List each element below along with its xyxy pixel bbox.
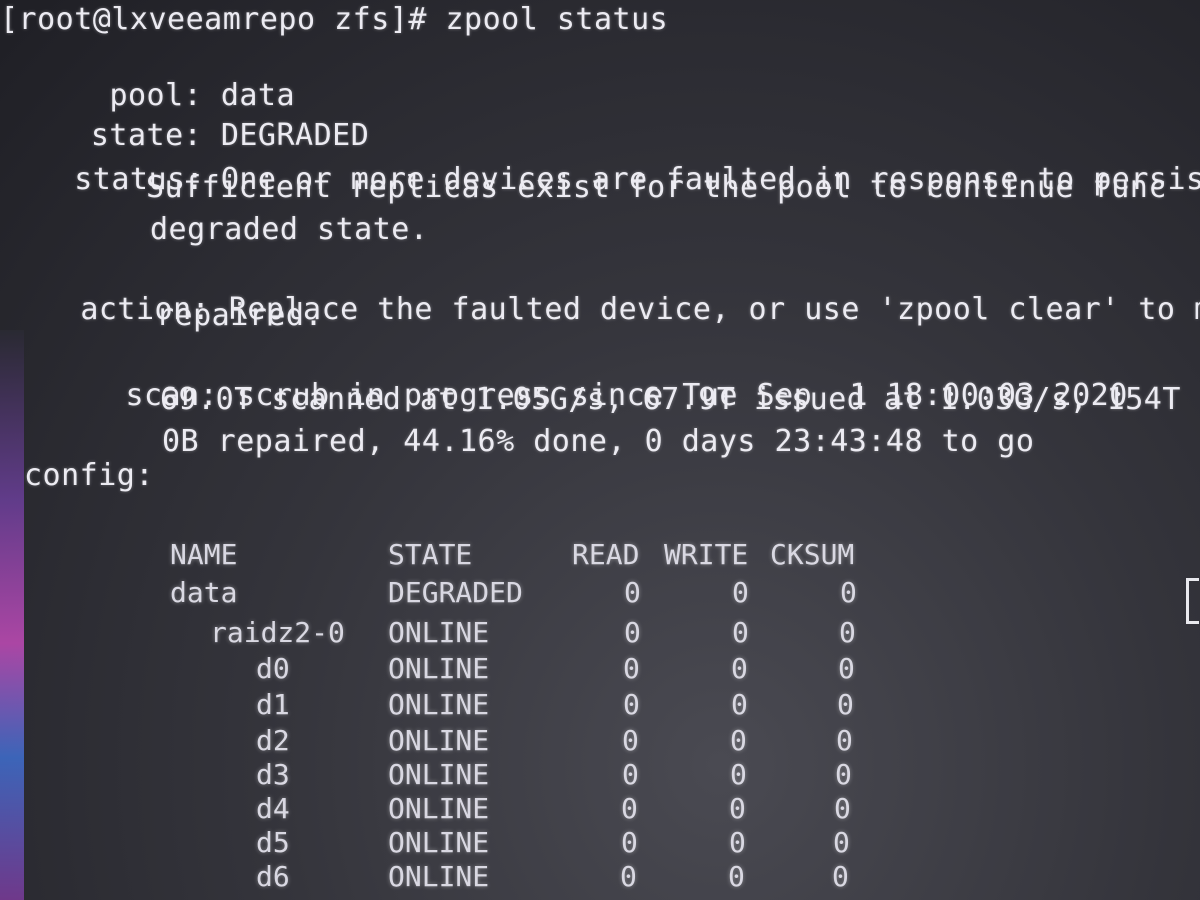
status-text-3: degraded state. [150,212,429,247]
cell-name: d1 [256,688,290,721]
cell-name: d4 [256,792,290,825]
cell-name: d2 [256,724,290,757]
cell-cksum: 0 [833,826,850,859]
cell-cksum: 0 [840,576,857,609]
command-prompt: [root@lxveeamrepo zfs]# zpool status [0,2,669,37]
cell-read: 0 [623,688,640,721]
scan-text-3: 0B repaired, 44.16% done, 0 days 23:43:4… [162,424,1035,459]
header-cksum: CKSUM [770,538,855,571]
cell-write: 0 [728,860,745,893]
cell-name: raidz2-0 [210,616,345,649]
config-key: config: [24,458,154,493]
cell-read: 0 [622,724,639,757]
header-state: STATE [388,538,473,571]
cell-state: ONLINE [388,792,490,825]
cell-state: ONLINE [388,826,490,859]
cell-read: 0 [620,860,637,893]
cell-write: 0 [732,576,749,609]
action-text-2: repaired. [156,298,324,333]
cell-cksum: 0 [832,860,849,893]
action-text-1: Replace the faulted device, or use 'zpoo… [228,292,1200,327]
header-write: WRITE [664,538,749,571]
cell-name: d0 [256,652,290,685]
cell-name: d5 [256,826,290,859]
cell-name: d3 [256,758,290,791]
cell-name: d6 [256,860,290,893]
cell-state: ONLINE [388,724,490,757]
cell-state: ONLINE [388,616,490,649]
cell-read: 0 [624,576,641,609]
cell-cksum: 0 [836,724,853,757]
header-name: NAME [170,538,238,571]
status-text-2: Sufficient replicas exist for the pool t… [146,170,1167,205]
cell-cksum: 0 [839,616,856,649]
cell-cksum: 0 [835,758,852,791]
cell-state: ONLINE [388,860,490,893]
cell-cksum: 0 [834,792,851,825]
cell-name: data [170,576,238,609]
terminal-screen[interactable]: [root@lxveeamrepo zfs]# zpool status poo… [0,0,1200,900]
cell-write: 0 [729,826,746,859]
cell-cksum: 0 [838,652,855,685]
cell-read: 0 [621,792,638,825]
cell-state: ONLINE [388,652,490,685]
cell-write: 0 [731,688,748,721]
cell-write: 0 [730,758,747,791]
cell-state: DEGRADED [388,576,523,609]
cell-write: 0 [732,616,749,649]
cell-read: 0 [622,758,639,791]
cell-read: 0 [621,826,638,859]
header-read: READ [572,538,640,571]
cell-cksum: 0 [837,688,854,721]
cell-state: ONLINE [388,688,490,721]
cell-read: 0 [624,616,641,649]
cell-write: 0 [729,792,746,825]
scan-text-2: 69.0T scanned at 1.05G/s, 67.9T issued a… [160,382,1181,417]
cell-write: 0 [730,724,747,757]
cell-state: ONLINE [388,758,490,791]
text-cursor-icon [1186,578,1199,624]
cell-read: 0 [623,652,640,685]
cell-write: 0 [731,652,748,685]
